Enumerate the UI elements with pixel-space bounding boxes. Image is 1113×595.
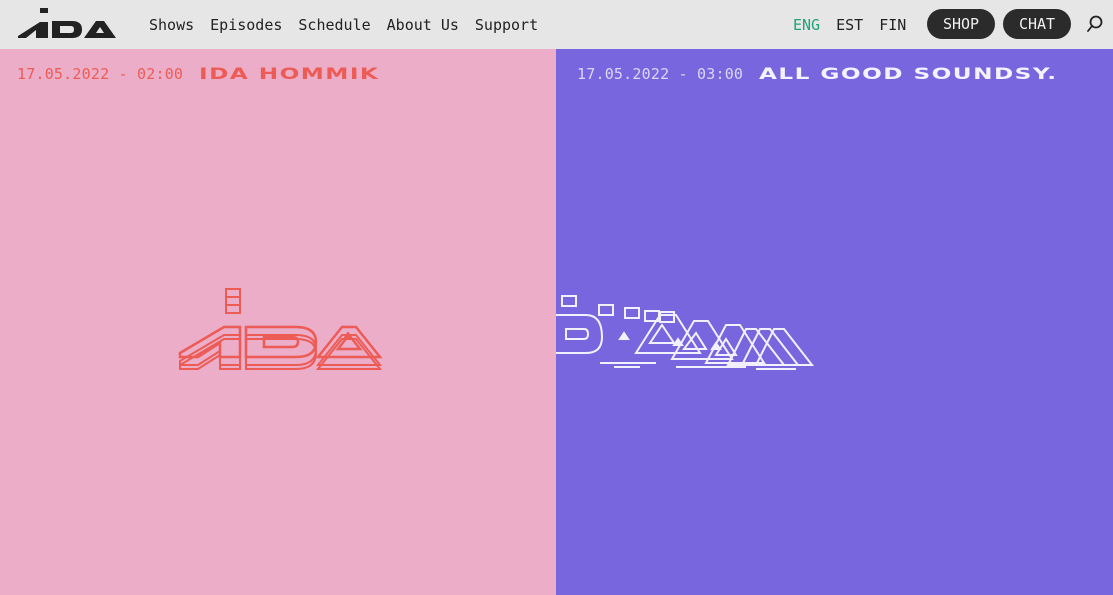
ida-logo[interactable] xyxy=(16,8,118,40)
nav-about-us[interactable]: About Us xyxy=(387,16,459,34)
show-title[interactable]: IDA HOMMIK xyxy=(199,64,379,83)
chat-button[interactable]: CHAT xyxy=(1003,9,1071,39)
show-title[interactable]: ALL GOOD SOUNDSY. xyxy=(759,64,1057,83)
show-info: 17.05.2022 - 03:00 ALL GOOD SOUNDSY. xyxy=(577,64,1056,83)
nav-support[interactable]: Support xyxy=(475,16,538,34)
show-card-ida-hommik[interactable]: 17.05.2022 - 02:00 IDA HOMMIK xyxy=(0,49,556,595)
lang-eng[interactable]: ENG xyxy=(793,16,820,34)
lang-fin[interactable]: FIN xyxy=(879,16,906,34)
shop-button[interactable]: SHOP xyxy=(927,9,995,39)
show-datetime: 17.05.2022 - 02:00 xyxy=(17,64,184,83)
language-switcher: ENG EST FIN xyxy=(793,0,922,49)
ida-3d-logo-art xyxy=(178,288,383,370)
show-card-all-good-soundsy[interactable]: 17.05.2022 - 03:00 ALL GOOD SOUNDSY. xyxy=(556,49,1113,595)
show-info: 17.05.2022 - 02:00 IDA HOMMIK xyxy=(17,64,378,83)
lang-est[interactable]: EST xyxy=(836,16,863,34)
ida-trail-logo-art xyxy=(556,295,815,370)
nav-shows[interactable]: Shows xyxy=(149,16,194,34)
site-header: Shows Episodes Schedule About Us Support… xyxy=(0,0,1113,49)
search-icon[interactable] xyxy=(1086,14,1104,34)
nav-schedule[interactable]: Schedule xyxy=(298,16,370,34)
main-nav: Shows Episodes Schedule About Us Support xyxy=(149,0,554,49)
nav-episodes[interactable]: Episodes xyxy=(210,16,282,34)
show-datetime: 17.05.2022 - 03:00 xyxy=(577,64,744,83)
